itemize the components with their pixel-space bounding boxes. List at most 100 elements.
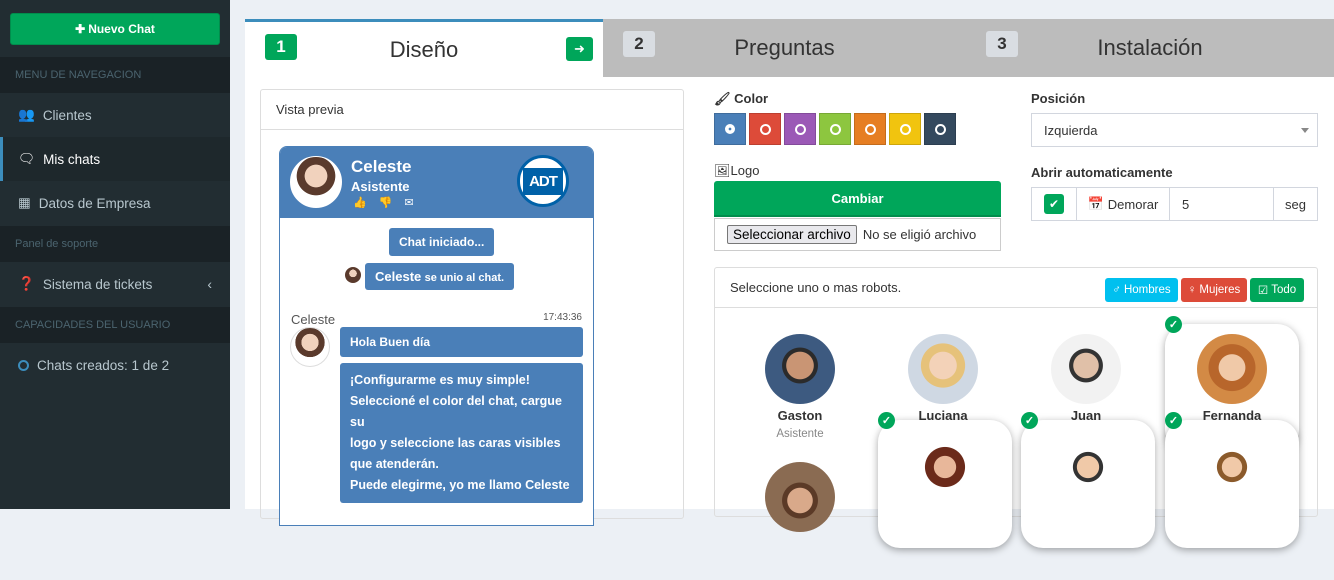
message-2: ¡Configurarme es muy simple! Seleccioné … [340,363,583,503]
position-label: Posición [1031,91,1086,106]
sidebar-item-label: Sistema de tickets [42,276,153,292]
auto-open-checkbox[interactable]: ✔ [1032,188,1077,220]
step-number: 2 [623,31,655,57]
position-select[interactable]: Izquierda [1031,113,1318,147]
all-label: Todo [1271,284,1297,296]
msg-line: Puede elegirme, yo me llamo Celeste [350,475,573,496]
thumbs-down-icon[interactable]: 👎 [379,196,393,209]
delay-addon: 📅 Demorar [1077,188,1170,220]
sidebar: ✚ Nuevo Chat MENU DE NAVEGACION 👥 Client… [0,0,230,509]
circle-icon [864,123,876,135]
arrow-right-icon[interactable]: ➜ [566,37,593,61]
check-circle-icon: ✓ [1165,316,1182,333]
color-label-text: Color [734,91,769,106]
sidebar-item-datos-empresa[interactable]: ▦ Datos de Empresa [0,181,230,225]
users-icon: 👥 [18,107,35,122]
men-label: Hombres [1123,284,1171,296]
building-icon: ▦ [18,195,31,210]
image-icon: 🖼 [714,163,731,178]
step-number: 1 [265,34,297,60]
caret-down-icon [1301,128,1309,133]
robot-card[interactable] [733,452,867,580]
sidebar-item-clientes[interactable]: 👥 Clientes [0,93,230,137]
delay-unit: seg [1285,196,1306,212]
new-chat-button[interactable]: ✚ Nuevo Chat [10,13,220,45]
sidebar-item-label: Datos de Empresa [38,195,151,211]
chat-window-preview: Celeste Asistente 👍 👎 ✉ ADT Chat iniciad… [279,146,594,526]
msg-line: que atenderán. [350,457,439,471]
robot-photo [765,334,835,404]
paintbrush-icon: 🖌 [714,91,731,106]
color-swatch[interactable] [714,113,746,145]
preview-title: Vista previa [261,90,683,130]
tab-diseno[interactable]: 1 Diseño ➜ [245,19,603,77]
robot-card-selected[interactable]: ✓ [1021,412,1155,548]
auto-open-group: ✔ 📅 Demorar 5 seg [1031,187,1318,221]
preview-box: Vista previa Celeste Asistente 👍 👎 ✉ ADT… [260,89,684,526]
tab-preguntas[interactable]: 2 Preguntas [603,19,966,77]
msg-text: Puede elegirme, yo me llamo [350,478,526,492]
color-label: 🖌 Color [714,91,768,107]
color-swatch[interactable] [924,113,956,145]
message-avatar [290,327,330,367]
color-swatch[interactable] [889,113,921,145]
nav-header: MENU DE NAVEGACION [0,57,230,93]
settings-area: 🖌 Color 🖼Logo Cambiar Seleccionar archiv… [714,77,1334,548]
color-swatch[interactable] [854,113,886,145]
check-circle-icon: ✓ [1165,412,1182,429]
women-label: Mujeres [1199,284,1241,296]
select-file-button[interactable]: Seleccionar archivo [727,225,857,244]
robot-card-selected[interactable]: ✓ [1165,412,1299,548]
men-filter-button[interactable]: ♂ Hombres [1105,278,1178,302]
joined-message: Celeste se unio al chat. [365,263,515,290]
design-panel: Vista previa Celeste Asistente 👍 👎 ✉ ADT… [245,77,1334,548]
file-status: No se eligió archivo [862,227,977,242]
system-message: Chat iniciado... [389,228,495,256]
joined-name: Celeste [375,269,422,284]
robot-photo [908,334,978,404]
circle-icon [759,123,771,135]
comment-icon: 🗨 [18,151,36,166]
check-square-icon: ☑ [1257,285,1269,297]
joined-text: se unio al chat. [424,272,505,284]
auto-open-label: Abrir automaticamente [1031,165,1173,180]
chats-created-item: Chats creados: 1 de 2 [0,343,230,387]
color-swatch[interactable] [819,113,851,145]
delay-input[interactable]: 5 [1170,188,1274,220]
step-label: Diseño [389,36,459,62]
check-circle-icon [725,124,735,134]
agent-role: Asistente [351,179,410,194]
delay-value: 5 [1182,196,1190,212]
female-icon: ♀ [1187,284,1197,296]
delay-label: Demorar [1107,196,1159,212]
change-logo-button[interactable]: Cambiar [714,181,1001,217]
color-swatch[interactable] [784,113,816,145]
main-area: 1 Diseño ➜ 2 Preguntas 3 Instalación Vis… [230,0,1334,548]
sidebar-item-mis-chats[interactable]: 🗨 Mis chats [0,137,230,181]
msg-line: Seleccioné el color del chat, cargue su [350,394,562,429]
logo-label-text: Logo [730,163,760,178]
robot-photo [765,462,835,532]
logo-text: ADT [523,167,563,195]
new-chat-label: Nuevo Chat [88,22,155,36]
all-filter-button[interactable]: ☑ Todo [1250,278,1304,302]
thumbs-up-icon[interactable]: 👍 [353,196,367,209]
chat-header: Celeste Asistente 👍 👎 ✉ ADT [280,147,593,218]
male-icon: ♂ [1112,284,1121,296]
envelope-icon[interactable]: ✉ [404,196,413,209]
calendar-icon: 📅 [1087,196,1104,211]
color-swatch[interactable] [749,113,781,145]
sidebar-item-tickets[interactable]: ❓ Sistema de tickets ‹ [0,262,230,306]
robot-photo [1051,334,1121,404]
robot-card-selected[interactable]: ✓ [878,412,1012,548]
agent-avatar [290,156,342,208]
tab-instalacion[interactable]: 3 Instalación [966,19,1334,77]
robot-role: Asistente [776,428,824,440]
logo-label: 🖼Logo [714,163,759,179]
robot-name: Gaston [777,408,823,423]
support-header: Panel de soporte [0,226,230,262]
robot-card[interactable]: Gaston Asistente [733,324,867,452]
message-sender: Celeste [291,312,336,327]
plus-icon: ✚ [75,22,86,36]
women-filter-button[interactable]: ♀ Mujeres [1181,278,1247,302]
